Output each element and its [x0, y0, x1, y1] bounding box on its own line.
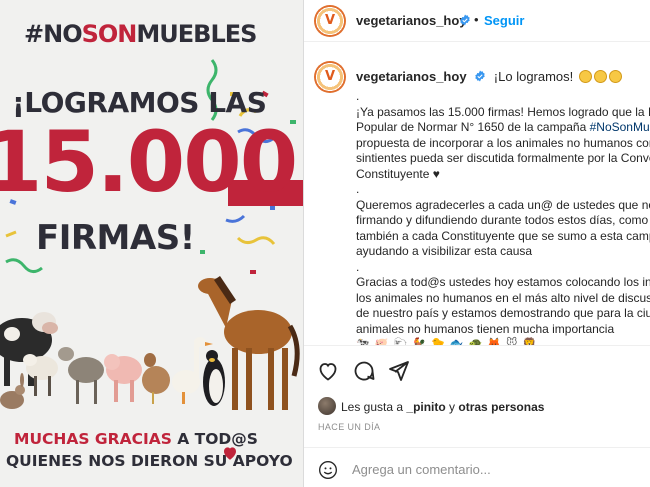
comment-bubble-icon[interactable]: [352, 359, 376, 383]
clapping-emoji-icon: [578, 70, 592, 83]
action-bar: [304, 345, 650, 395]
instagram-post-view: #NOSONMUEBLES ¡LOGRAMOS LAS 15.000 FIRMA…: [0, 0, 650, 487]
caption-username[interactable]: vegetarianos_hoy: [356, 69, 467, 84]
clapping-emoji-icon: [608, 70, 622, 83]
caption-line: ayudando a visibilizar esta causa: [356, 244, 533, 258]
caption-line: animales no humanos tienen mucha importa…: [356, 321, 615, 336]
caption-first-line: vegetarianos_hoy ¡Lo logramos!: [356, 69, 622, 84]
caption-line: de nuestro país y estamos demostrando qu…: [356, 306, 650, 320]
post-header: V vegetarianos_hoy • Seguir: [304, 0, 650, 42]
heart-outline-icon[interactable]: [316, 359, 340, 383]
other-likers-link[interactable]: otras personas: [458, 400, 544, 414]
caption-line: .: [356, 182, 360, 196]
red-heart-icon: [224, 447, 236, 460]
caption-line: Constituyente ♥: [356, 166, 440, 181]
caption-body: . ¡Ya pasamos las 15.000 firmas! Hemos l…: [356, 89, 650, 345]
penguin-figure: [203, 350, 225, 406]
hen-figure: [142, 353, 170, 404]
rabbit-figure: [0, 373, 25, 409]
liker-avatar[interactable]: [318, 397, 336, 415]
caption-line: Queremos agradecerles a cada un@ de uste…: [356, 197, 650, 212]
post-timestamp[interactable]: HACE UN DÍA: [318, 422, 380, 432]
header-username[interactable]: vegetarianos_hoy: [356, 13, 467, 28]
caption-emoji-row: 🐄 🐖 🐑 🐓 🐤 🐟 🐢 🦊 🐭 🦁: [356, 338, 538, 345]
emoji-smile-icon[interactable]: [318, 460, 338, 480]
separator-dot: •: [474, 12, 479, 27]
profile-avatar[interactable]: V: [314, 5, 346, 37]
pig-figure: [104, 354, 142, 402]
comment-bar: [304, 447, 650, 487]
follow-button[interactable]: Seguir: [484, 13, 524, 28]
caption-line: también a cada Constituyente que se sumo…: [356, 228, 650, 243]
liker-username[interactable]: _pinito: [406, 400, 445, 414]
headline-firmas: FIRMAS!: [36, 218, 195, 258]
post-image[interactable]: #NOSONMUEBLES ¡LOGRAMOS LAS 15.000 FIRMA…: [0, 0, 303, 487]
caption-first-text: ¡Lo logramos!: [493, 69, 574, 84]
caption-line: ¡Ya pasamos las 15.000 firmas! Hemos log…: [356, 104, 650, 119]
caption-line: .: [356, 259, 360, 274]
caption-avatar[interactable]: V: [314, 61, 346, 93]
clapping-emoji-icon: [593, 70, 607, 83]
caption-hashtag-link[interactable]: #NoSonMuebles: [590, 120, 650, 134]
caption-line: .: [356, 89, 360, 103]
animals-illustration: [0, 276, 300, 410]
post-details-panel: V vegetarianos_hoy • Seguir V vegetarian…: [304, 0, 650, 487]
headline-number: 15.000: [0, 113, 298, 211]
caption-line: propuesta de incorporar a los animales n…: [356, 135, 650, 150]
caption-line: Popular de Normar N° 1650 de la campaña …: [356, 120, 650, 136]
caption-line: Gracias a tod@s ustedes hoy estamos colo…: [356, 275, 650, 289]
verified-badge-icon: [475, 70, 485, 82]
paper-plane-icon[interactable]: [386, 359, 410, 383]
caption-line: sintientes pueda ser discutida formalmen…: [356, 151, 650, 165]
verified-badge-icon: [460, 14, 470, 26]
caption-area: V vegetarianos_hoy ¡Lo logramos! . ¡Ya p…: [304, 43, 650, 345]
goat-figure: [58, 347, 104, 404]
comment-input[interactable]: [352, 456, 642, 482]
caption-line: los animales no humanos en el más alto n…: [356, 290, 650, 305]
caption-line: firmando y difundiendo durante todos est…: [356, 213, 649, 227]
